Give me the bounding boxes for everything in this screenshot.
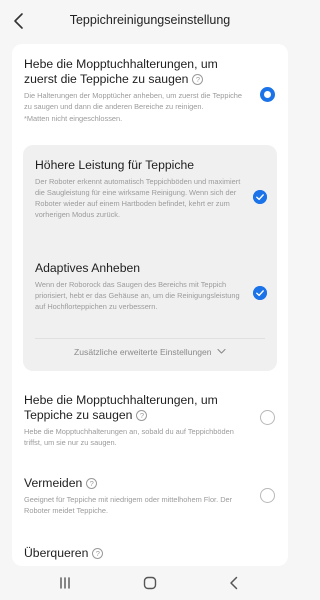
option-lift-first[interactable]: Hebe die Mopptuchhalterungen, um zuerst … (24, 57, 244, 124)
option-title: Hebe die Mopptuchhalterungen, um zuerst … (24, 57, 218, 86)
question-circle-icon[interactable]: ? (86, 478, 98, 489)
question-circle-icon[interactable]: ? (136, 410, 148, 421)
option-description: Hebe die Mopptuchhalterungen an, sobald … (24, 427, 234, 447)
option-title: Adaptives Anheben (35, 261, 141, 275)
page-title: Teppichreinigungseinstellung (69, 13, 231, 27)
option-description: Die Halterungen der Mopptücher anheben, … (24, 91, 243, 111)
option-description: Wenn der Roborock das Saugen des Bereich… (35, 280, 240, 311)
option-cross[interactable]: Überqueren? (24, 546, 244, 561)
chevron-down-icon (217, 348, 226, 354)
option-title: Überqueren (24, 546, 89, 560)
option-title: Hebe die Mopptuchhalterungen, um Teppich… (24, 393, 218, 422)
checkmark-circle-icon[interactable] (253, 190, 267, 204)
question-circle-icon[interactable]: ? (92, 548, 104, 559)
radio-avoid[interactable] (260, 488, 275, 503)
nav-back-icon[interactable] (226, 575, 242, 591)
more-settings-label: Zusätzliche erweiterte Einstellungen (74, 347, 212, 357)
system-navigation-bar (0, 566, 300, 600)
divider (35, 338, 265, 339)
option-note: *Matten nicht eingeschlossen. (24, 114, 123, 123)
option-lift-on-carpet[interactable]: Hebe die Mopptuchhalterungen, um Teppich… (24, 393, 244, 448)
checkmark-circle-icon[interactable] (253, 286, 267, 300)
more-settings-link[interactable]: Zusätzliche erweiterte Einstellungen (23, 347, 277, 357)
settings-card: Hebe die Mopptuchhalterungen, um zuerst … (12, 44, 288, 566)
option-title: Höhere Leistung für Teppiche (35, 158, 194, 172)
option-higher-power[interactable]: Höhere Leistung für Teppiche Der Roboter… (35, 158, 241, 220)
option-description: Der Roboter erkennt automatisch Teppichb… (35, 177, 241, 219)
option-avoid[interactable]: Vermeiden? Geeignet für Teppiche mit nie… (24, 476, 244, 516)
header-bar: Teppichreinigungseinstellung (0, 0, 300, 42)
option-adaptive-lift[interactable]: Adaptives Anheben Wenn der Roborock das … (35, 261, 241, 312)
radio-lift-on-carpet[interactable] (260, 410, 275, 425)
subsettings-panel: Höhere Leistung für Teppiche Der Roboter… (23, 145, 277, 371)
home-icon[interactable] (142, 575, 158, 591)
recent-apps-icon[interactable] (57, 575, 73, 591)
question-circle-icon[interactable]: ? (192, 74, 204, 85)
option-title: Vermeiden (24, 476, 83, 490)
option-description: Geeignet für Teppiche mit niedrigem oder… (24, 495, 233, 515)
radio-lift-first[interactable] (260, 87, 275, 102)
